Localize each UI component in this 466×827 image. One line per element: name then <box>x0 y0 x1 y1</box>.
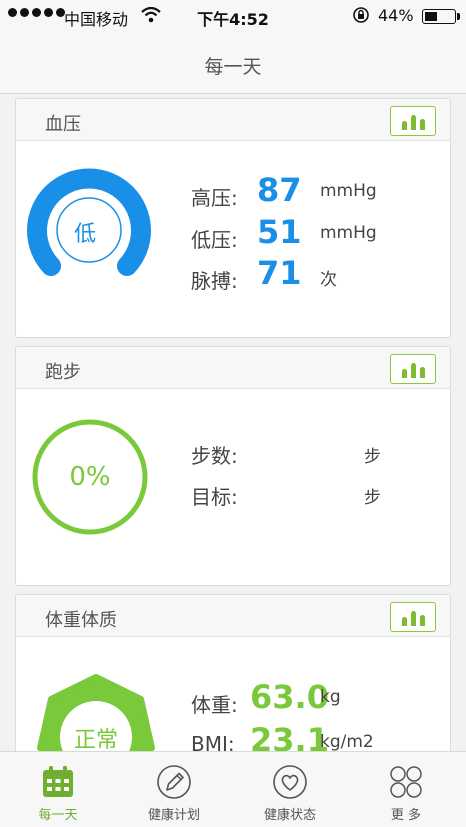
pulse-label: 脉搏: <box>191 269 238 293</box>
steps-unit: 步 <box>364 447 381 467</box>
steps-label: 步数: <box>191 444 238 468</box>
running-card[interactable]: 跑步 0% 步数: 步 目标: 步 <box>15 346 451 586</box>
body-weight-title: 体重体质 <box>45 610 117 631</box>
weight-value: 63.0 <box>250 678 329 716</box>
running-progress-text: 0% <box>69 462 111 492</box>
running-header: 跑步 <box>16 347 450 389</box>
tab-bar: 每一天 健康计划 健康状态 更 多 <box>0 751 466 827</box>
tab-label: 更 多 <box>390 808 422 823</box>
systolic-label: 高压: <box>191 186 238 210</box>
goal-unit: 步 <box>364 488 381 508</box>
tab-more[interactable]: 更 多 <box>348 752 464 827</box>
systolic-unit: mmHg <box>320 181 377 201</box>
status-bar: 中国移动 下午4:52 44% <box>0 0 466 32</box>
running-title: 跑步 <box>45 362 81 383</box>
more-circles-icon <box>390 766 422 798</box>
pulse-value: 71 <box>257 254 302 292</box>
pulse-unit: 次 <box>320 270 337 290</box>
body-weight-header: 体重体质 <box>16 595 450 637</box>
blood-pressure-level: 低 <box>74 222 97 247</box>
body-status-badge: 正常 <box>73 728 118 751</box>
scroll-content[interactable]: 血压 低 高压: 87 mmHg 低压: 51 mmHg 脉搏: 71 次 跑步 <box>0 95 466 751</box>
bmi-unit: kg/m2 <box>320 732 374 751</box>
bmi-value: 23.1 <box>250 721 329 751</box>
body-weight-card[interactable]: 体重体质 正常 体重: 63.0 kg BMI: 23.1 kg/m2 <box>15 594 451 751</box>
systolic-value: 87 <box>257 171 302 209</box>
blood-pressure-chart-button[interactable] <box>390 106 436 136</box>
tab-every-day[interactable]: 每一天 <box>0 752 116 827</box>
heart-icon <box>273 765 307 799</box>
calendar-icon <box>43 766 73 797</box>
tab-health-status[interactable]: 健康状态 <box>232 752 348 827</box>
navigation-bar: 每一天 <box>0 32 466 94</box>
page-title: 每一天 <box>204 56 262 78</box>
tab-health-plan[interactable]: 健康计划 <box>116 752 232 827</box>
battery-icon <box>422 9 460 24</box>
tab-label: 健康计划 <box>147 808 200 823</box>
tab-label: 每一天 <box>38 808 78 823</box>
tab-label: 健康状态 <box>263 808 316 823</box>
bmi-label: BMI: <box>191 732 235 751</box>
running-chart-button[interactable] <box>390 354 436 384</box>
diastolic-value: 51 <box>257 213 302 251</box>
pencil-icon <box>157 765 191 799</box>
blood-pressure-header: 血压 <box>16 99 450 141</box>
blood-pressure-title: 血压 <box>45 114 81 135</box>
weight-label: 体重: <box>191 693 238 717</box>
body-weight-chart-button[interactable] <box>390 602 436 632</box>
diastolic-label: 低压: <box>191 228 238 252</box>
blood-pressure-card[interactable]: 血压 低 高压: 87 mmHg 低压: 51 mmHg 脉搏: 71 次 <box>15 98 451 338</box>
goal-label: 目标: <box>191 485 238 509</box>
diastolic-unit: mmHg <box>320 223 377 243</box>
battery-percentage: 44% <box>378 6 414 25</box>
weight-unit: kg <box>320 687 341 707</box>
orientation-lock-icon <box>352 6 370 28</box>
